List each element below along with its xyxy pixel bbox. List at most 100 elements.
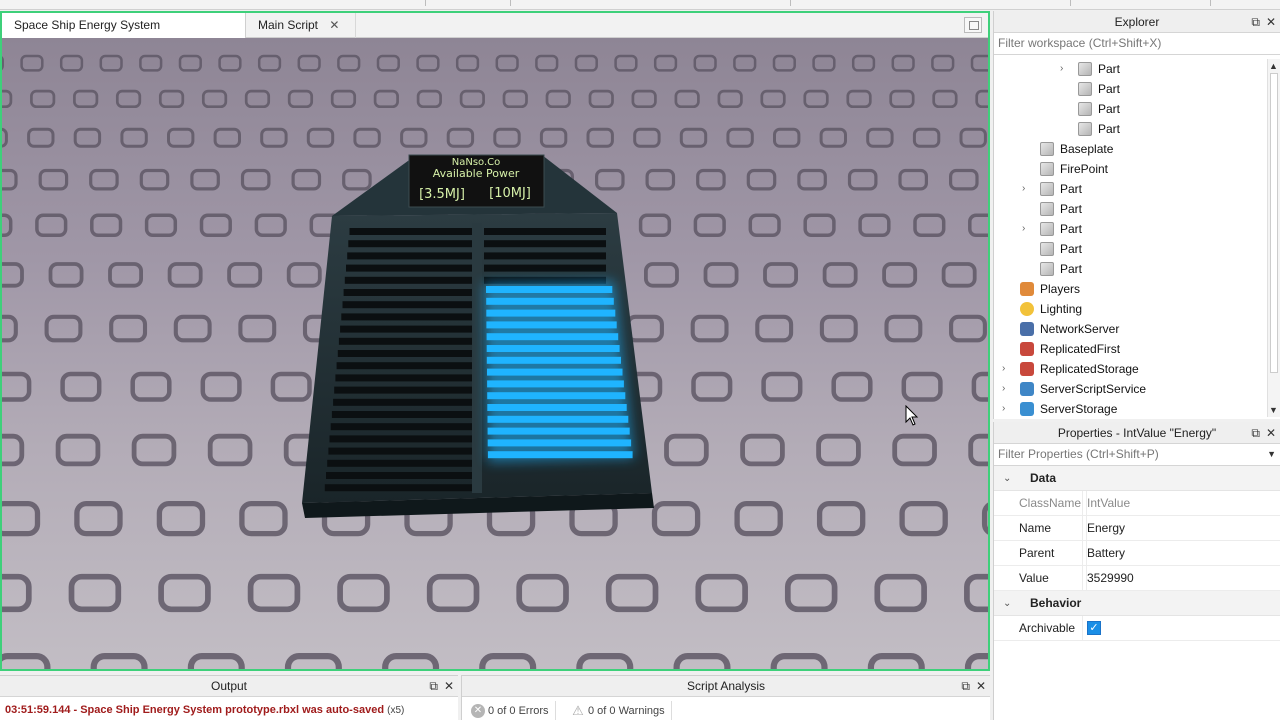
- panel-title: Explorer: [1114, 15, 1160, 29]
- tree-item-label: Players: [1040, 282, 1081, 296]
- chevron-down-icon[interactable]: ⌄: [1003, 591, 1011, 616]
- tree-item-label: Part: [1060, 182, 1083, 196]
- float-window-icon[interactable]: [964, 17, 982, 33]
- tree-item[interactable]: Baseplate: [994, 139, 1268, 159]
- panel-title: Output: [210, 679, 248, 693]
- part-icon: [1040, 142, 1054, 156]
- category-label: Behavior: [1030, 596, 1082, 610]
- float-panel-icon[interactable]: ⧉: [1251, 422, 1260, 444]
- tab-label: Main Script: [258, 18, 319, 32]
- tree-item-label: Part: [1098, 102, 1121, 116]
- tree-item[interactable]: Lighting: [994, 299, 1268, 319]
- scene-canvas: NaNso.Co Available Power [3.5MJ] [10MJ]: [2, 54, 988, 669]
- category-data[interactable]: ⌄ Data: [994, 466, 1280, 491]
- scrollbar-thumb[interactable]: [1270, 73, 1278, 373]
- archivable-checkbox[interactable]: ✓: [1087, 621, 1101, 635]
- tree-item[interactable]: › Part: [994, 59, 1268, 79]
- part-icon: [1078, 102, 1092, 116]
- category-behavior[interactable]: ⌄ Behavior: [994, 591, 1280, 616]
- part-icon: [1078, 62, 1092, 76]
- close-icon[interactable]: ✕: [444, 676, 454, 697]
- tree-item-label: ReplicatedStorage: [1040, 362, 1139, 376]
- scroll-down-icon[interactable]: ▼: [1269, 405, 1278, 415]
- tree-item[interactable]: › ServerStorage: [994, 399, 1268, 419]
- tree-item[interactable]: Part: [994, 259, 1268, 279]
- float-panel-icon[interactable]: ⧉: [961, 676, 970, 697]
- warning-icon: ⚠: [572, 703, 584, 718]
- close-icon[interactable]: ✕: [1266, 422, 1276, 444]
- explorer-scrollbar[interactable]: ▲ ▼: [1267, 59, 1280, 417]
- tree-item[interactable]: ReplicatedFirst: [994, 339, 1268, 359]
- prop-classname[interactable]: ClassName IntValue: [994, 491, 1280, 516]
- prop-value[interactable]: Energy: [1086, 516, 1125, 541]
- part-icon: [1078, 82, 1092, 96]
- tree-item[interactable]: › Part: [994, 179, 1268, 199]
- chevron-down-icon[interactable]: ⌄: [1003, 466, 1011, 491]
- 3d-viewport[interactable]: NaNso.Co Available Power [3.5MJ] [10MJ]: [2, 38, 988, 669]
- part-icon: [1040, 262, 1054, 276]
- explorer-panel: Explorer ⧉ ✕ Filter workspace (Ctrl+Shif…: [993, 11, 1280, 419]
- close-icon[interactable]: ✕: [1266, 11, 1276, 33]
- chevron-right-icon[interactable]: ›: [1022, 179, 1032, 199]
- tab-place-file[interactable]: Space Ship Energy System prototype.rbxl …: [2, 13, 246, 57]
- tree-item[interactable]: NetworkServer: [994, 319, 1268, 339]
- prop-archivable[interactable]: Archivable ✓: [994, 616, 1280, 641]
- mouse-cursor-icon: [905, 405, 919, 426]
- warnings-filter-button[interactable]: ⚠ 0 of 0 Warnings: [566, 701, 672, 720]
- errors-count: 0 of 0 Errors: [488, 705, 549, 717]
- warnings-count: 0 of 0 Warnings: [588, 705, 665, 717]
- chevron-right-icon[interactable]: ›: [1022, 219, 1032, 239]
- chevron-right-icon[interactable]: ›: [1002, 399, 1012, 419]
- tree-item[interactable]: Part: [994, 199, 1268, 219]
- properties-title-bar: Properties - IntValue "Energy" ⧉ ✕: [994, 422, 1280, 444]
- battery-model[interactable]: NaNso.Co Available Power [3.5MJ] [10MJ]: [302, 154, 654, 518]
- part-icon: [1040, 202, 1054, 216]
- server-storage-icon: [1020, 402, 1034, 416]
- close-icon[interactable]: ✕: [329, 13, 339, 38]
- chevron-right-icon[interactable]: ›: [1002, 379, 1012, 399]
- prop-name-row[interactable]: Name Energy: [994, 516, 1280, 541]
- tree-item[interactable]: › Part: [994, 219, 1268, 239]
- battery-divider: [472, 223, 482, 493]
- display-max-power: [10MJ]: [489, 186, 531, 201]
- chevron-right-icon[interactable]: ›: [1060, 59, 1070, 79]
- scroll-up-icon[interactable]: ▲: [1269, 61, 1278, 71]
- explorer-tree: › Part Part Part Part Baseplate FirePoint › Part…: [994, 59, 1268, 419]
- tab-main-script[interactable]: Main Script ✕: [246, 13, 356, 38]
- dropdown-icon[interactable]: ▼: [1267, 444, 1276, 464]
- tree-item[interactable]: Part: [994, 79, 1268, 99]
- error-icon: ✕: [471, 704, 485, 718]
- explorer-filter-input[interactable]: Filter workspace (Ctrl+Shift+X): [994, 33, 1280, 55]
- properties-filter-input[interactable]: Filter Properties (Ctrl+Shift+P) ▼: [994, 444, 1280, 466]
- roblox-studio-window: Space Ship Energy System prototype.rbxl …: [0, 0, 1280, 720]
- filter-placeholder: Filter Properties (Ctrl+Shift+P): [998, 447, 1159, 461]
- chevron-right-icon[interactable]: ›: [1002, 359, 1012, 379]
- lighting-icon: [1020, 302, 1034, 316]
- category-label: Data: [1030, 471, 1057, 485]
- part-icon: [1040, 162, 1054, 176]
- prop-value: IntValue: [1086, 491, 1130, 516]
- float-panel-icon[interactable]: ⧉: [1251, 11, 1260, 33]
- tree-item[interactable]: › ReplicatedStorage: [994, 359, 1268, 379]
- close-icon[interactable]: ✕: [976, 676, 986, 697]
- prop-value[interactable]: 3529990: [1086, 566, 1134, 591]
- tree-item-label: Part: [1098, 122, 1121, 136]
- prop-name: Value: [1019, 571, 1049, 585]
- prop-name: Parent: [1019, 546, 1055, 560]
- tree-item[interactable]: Part: [994, 239, 1268, 259]
- prop-name: Name: [1019, 521, 1052, 535]
- tree-item[interactable]: Part: [994, 119, 1268, 139]
- prop-parent[interactable]: Parent Battery: [994, 541, 1280, 566]
- replicated-storage-icon: [1020, 362, 1034, 376]
- prop-value-row[interactable]: Value 3529990: [994, 566, 1280, 591]
- output-message: 03:51:59.144 - Space Ship Energy System …: [5, 704, 404, 716]
- errors-filter-button[interactable]: ✕ 0 of 0 Errors: [466, 701, 556, 720]
- float-panel-icon[interactable]: ⧉: [429, 676, 438, 697]
- output-title-bar: Output ⧉ ✕: [0, 676, 458, 697]
- network-server-icon: [1020, 322, 1034, 336]
- tree-item[interactable]: Part: [994, 99, 1268, 119]
- tree-item[interactable]: FirePoint: [994, 159, 1268, 179]
- tree-item[interactable]: Players: [994, 279, 1268, 299]
- prop-value[interactable]: Battery: [1086, 541, 1125, 566]
- tree-item[interactable]: › ServerScriptService: [994, 379, 1268, 399]
